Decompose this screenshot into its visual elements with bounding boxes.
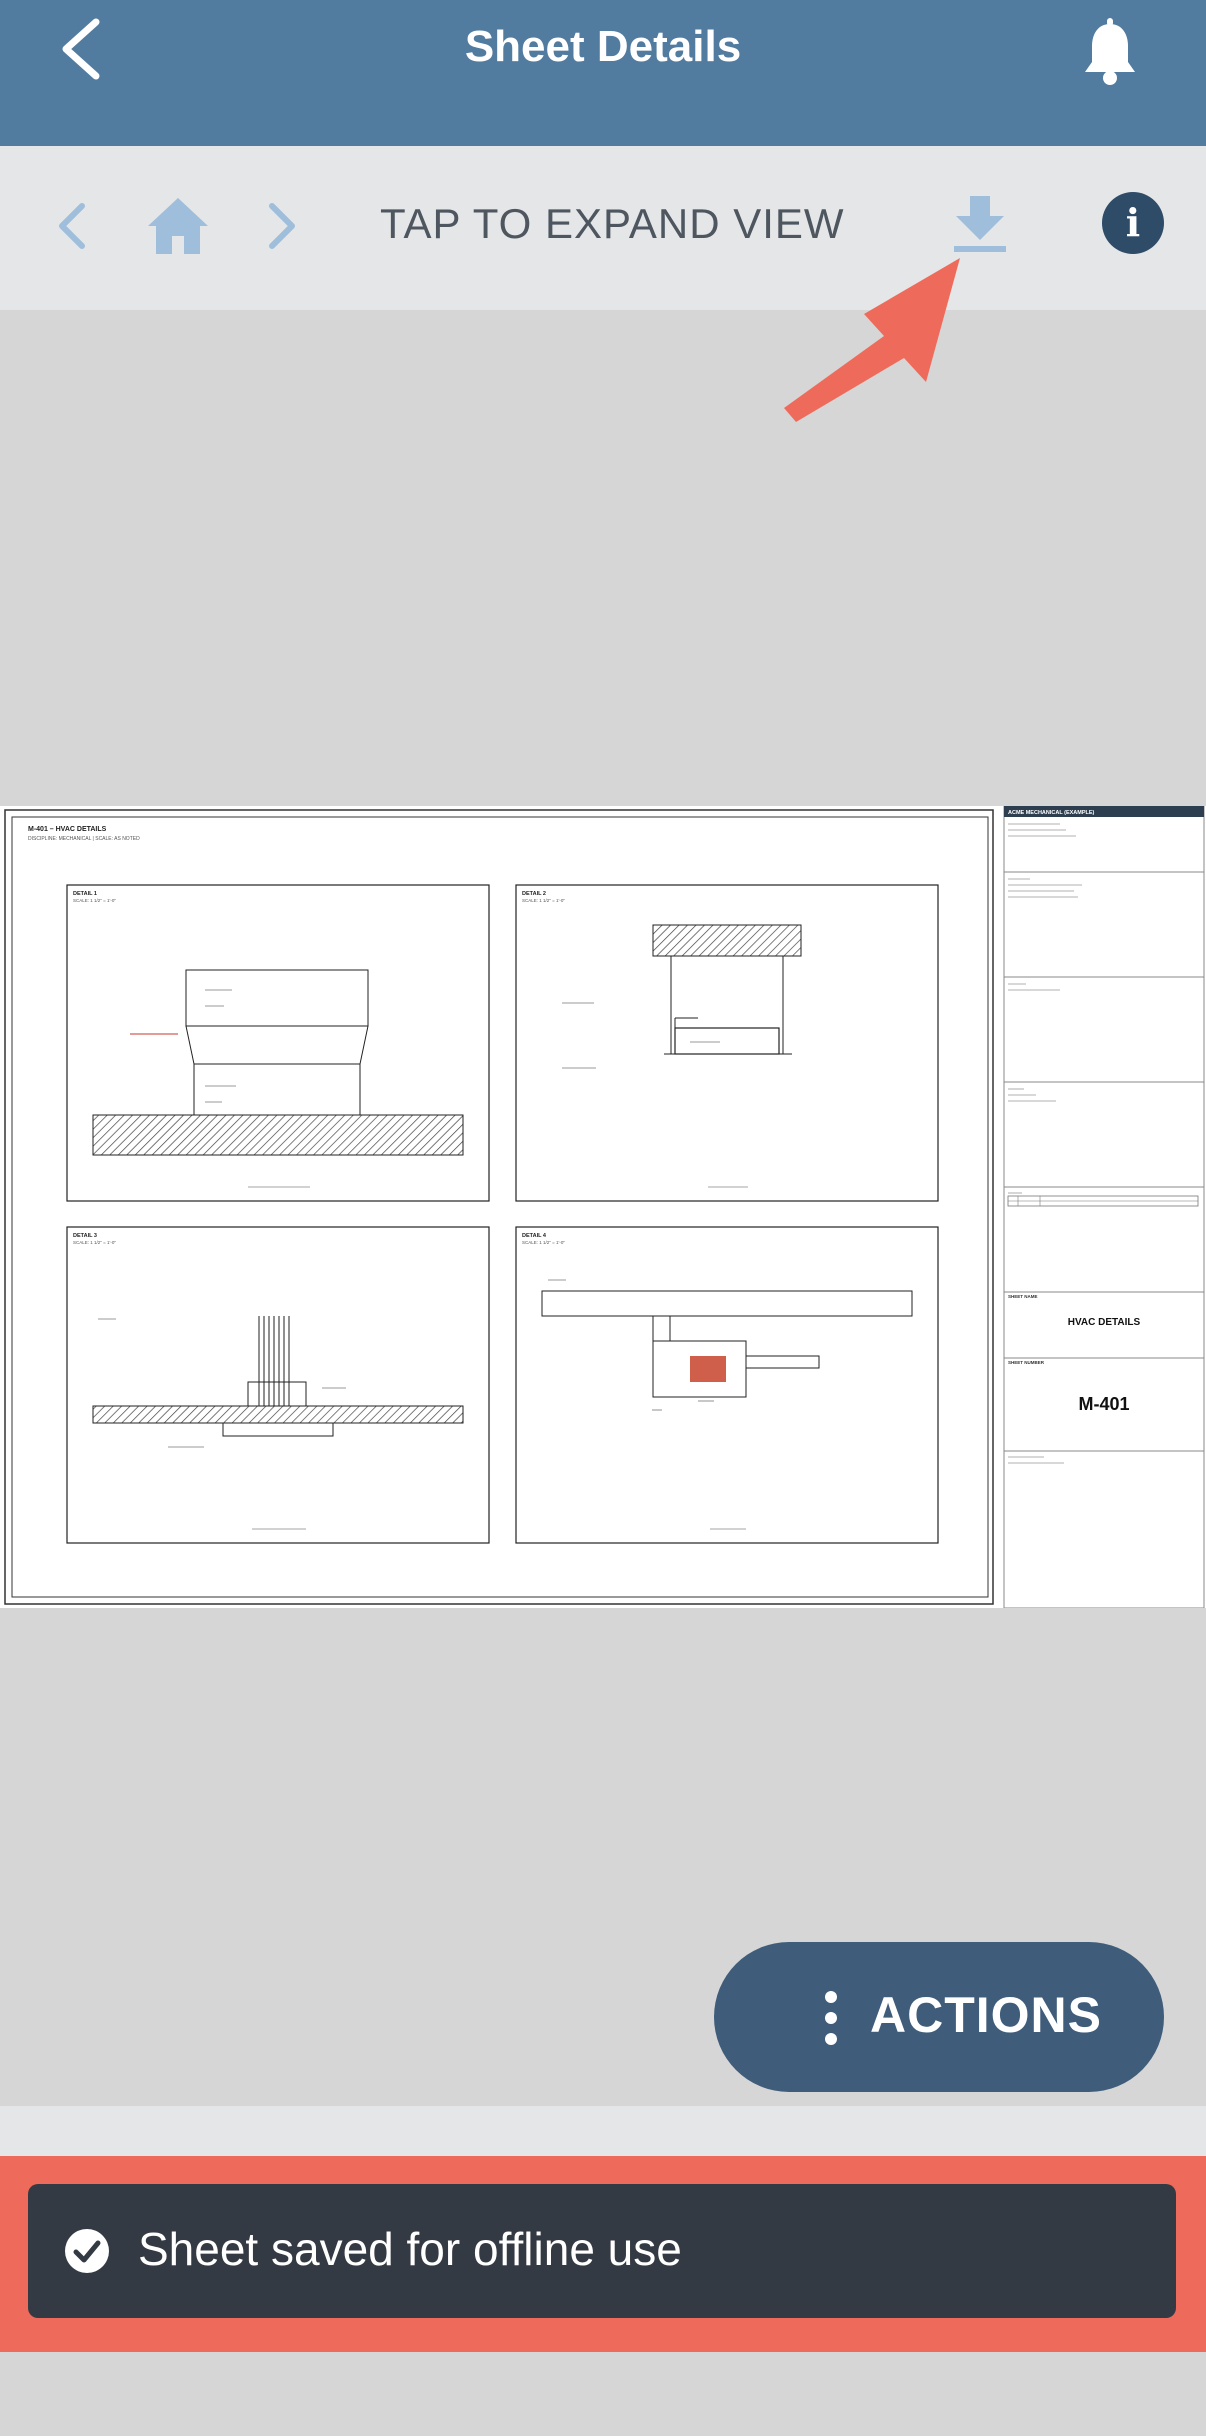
detail-4: DETAIL 4 SCALE: 1 1/2" = 1'-0": [515, 1226, 939, 1544]
sheet-heading: M-401 – HVAC DETAILS: [28, 826, 107, 833]
download-icon[interactable]: [952, 194, 1008, 254]
sheet-border: [4, 809, 994, 1605]
titleblock-sheet-name-label: SHEET NAME: [1008, 1294, 1038, 1299]
tap-to-expand-label[interactable]: TAP TO EXPAND VIEW: [380, 200, 844, 256]
bottom-band: [0, 2106, 1206, 2158]
detail-3-scale: SCALE: 1 1/2" = 1'-0": [73, 1240, 116, 1245]
sheet-subheading: DISCIPLINE: MECHANICAL | SCALE: AS NOTED: [28, 836, 140, 842]
titleblock-sheet-name: HVAC DETAILS: [1068, 1317, 1141, 1328]
callout-arrow: [784, 258, 960, 422]
vertical-dots-icon: [825, 1991, 837, 2045]
sheet-details-screen: Sheet Details TAP TO EXPAND VIEW i M-401…: [0, 0, 1206, 2436]
title-block: ACME MECHANICAL (EXAMPLE) SHEET NAME HVA…: [1003, 805, 1205, 1609]
detail-4-label: DETAIL 4: [522, 1233, 547, 1239]
page-title: Sheet Details: [464, 22, 742, 71]
check-circle-icon: [65, 2229, 109, 2273]
chevron-right-icon[interactable]: [262, 200, 302, 252]
actions-button[interactable]: ACTIONS: [714, 1942, 1164, 2092]
chevron-left-icon[interactable]: [52, 200, 92, 252]
detail-1-scale: SCALE: 1 1/2" = 1'-0": [73, 898, 116, 903]
home-icon[interactable]: [146, 196, 210, 256]
sheet-drawing[interactable]: M-401 – HVAC DETAILS DISCIPLINE: MECHANI…: [0, 805, 1206, 1609]
detail-4-scale: SCALE: 1 1/2" = 1'-0": [522, 1240, 565, 1245]
sheet-inner-border: [11, 816, 989, 1598]
detail-2-scale: SCALE: 1 1/2" = 1'-0": [522, 898, 565, 903]
info-icon[interactable]: i: [1102, 192, 1164, 254]
sheet-drawing-svg: M-401 – HVAC DETAILS DISCIPLINE: MECHANI…: [4, 805, 1205, 1609]
titleblock-sheet-number: M-401: [1078, 1394, 1129, 1414]
header-bar: Sheet Details: [0, 0, 1206, 146]
detail-2: DETAIL 2 SCALE: 1 1/2" = 1'-0": [515, 884, 939, 1202]
actions-label: ACTIONS: [870, 1987, 1102, 2043]
detail-2-label: DETAIL 2: [522, 891, 546, 897]
titleblock-company: ACME MECHANICAL (EXAMPLE): [1008, 810, 1095, 816]
detail-3-label: DETAIL 3: [73, 1233, 97, 1239]
detail-1-label: DETAIL 1: [73, 891, 97, 897]
detail-3: DETAIL 3 SCALE: 1 1/2" = 1'-0": [66, 1226, 490, 1544]
toast-message: Sheet saved for offline use: [138, 2223, 682, 2275]
bell-icon[interactable]: [1080, 18, 1140, 88]
offline-toast[interactable]: Sheet saved for offline use: [28, 2184, 1176, 2318]
detail-1: DETAIL 1 SCALE: 1 1/2" = 1'-0": [66, 884, 490, 1202]
sheet-toolbar: TAP TO EXPAND VIEW i: [0, 146, 1206, 310]
titleblock-sheet-number-label: SHEET NUMBER: [1008, 1360, 1045, 1365]
